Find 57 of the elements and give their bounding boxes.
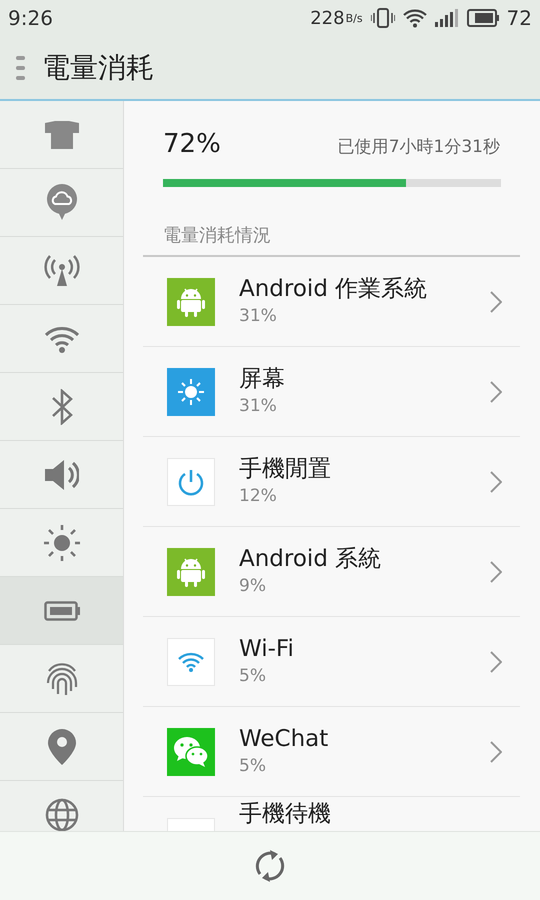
battery-icon bbox=[44, 600, 80, 620]
chevron-right-icon bbox=[490, 470, 502, 492]
chevron-right-icon bbox=[490, 290, 502, 312]
app-row[interactable]: Android 系統 9% bbox=[143, 527, 520, 617]
app-name: Android 系統 bbox=[239, 547, 382, 572]
shirt-icon bbox=[44, 120, 78, 148]
app-percent: 31% bbox=[239, 306, 278, 326]
app-name: 手機待機 bbox=[239, 802, 332, 827]
app-percent: 5% bbox=[239, 756, 267, 776]
android-icon bbox=[167, 278, 215, 326]
app-percent: 31% bbox=[239, 396, 278, 416]
app-row[interactable]: 手機閒置 12% bbox=[143, 437, 520, 527]
location-pin-icon bbox=[46, 728, 76, 764]
battery-level: 72 bbox=[506, 6, 532, 30]
antenna-icon bbox=[42, 254, 82, 286]
vibrate-icon bbox=[370, 7, 395, 29]
battery-icon bbox=[466, 9, 499, 27]
app-row[interactable]: 屏幕 31% bbox=[143, 347, 520, 437]
usage-time: 已使用7小時1分31秒 bbox=[338, 136, 500, 158]
signal-icon bbox=[434, 9, 459, 27]
bluetooth-icon bbox=[50, 388, 72, 424]
battery-percent: 72% bbox=[163, 129, 221, 159]
brightness-icon bbox=[44, 524, 80, 560]
sun-icon bbox=[167, 368, 215, 416]
sidebar-item[interactable] bbox=[0, 577, 123, 645]
app-row[interactable]: Android 作業系統 31% bbox=[143, 257, 520, 347]
menu-icon[interactable] bbox=[16, 54, 26, 80]
app-name: 屏幕 bbox=[239, 367, 286, 392]
app-name: 手機閒置 bbox=[239, 457, 332, 482]
wifi-icon bbox=[167, 638, 215, 686]
wifi-icon bbox=[402, 8, 427, 28]
network-speed: 228 bbox=[310, 8, 345, 28]
cloud-pin-icon bbox=[46, 184, 78, 222]
speaker-icon bbox=[44, 458, 78, 490]
speed-unit: B/s bbox=[346, 12, 363, 24]
page-title: 電量消耗 bbox=[42, 50, 154, 86]
app-row[interactable]: Wi-Fi 5% bbox=[143, 617, 520, 707]
chat-bubbles-icon bbox=[167, 728, 215, 776]
app-percent: 12% bbox=[239, 486, 278, 506]
chevron-right-icon bbox=[490, 650, 502, 672]
chevron-right-icon bbox=[490, 380, 502, 402]
wifi-icon bbox=[44, 324, 80, 352]
chevron-right-icon bbox=[490, 560, 502, 582]
refresh-icon[interactable] bbox=[253, 849, 287, 883]
fingerprint-icon bbox=[44, 660, 78, 696]
globe-icon bbox=[44, 798, 78, 831]
app-name: Wi-Fi bbox=[239, 637, 295, 662]
section-title: 電量消耗情況 bbox=[143, 187, 520, 257]
chevron-right-icon bbox=[490, 740, 502, 762]
app-percent: 5% bbox=[239, 666, 267, 686]
app-name: WeChat bbox=[239, 727, 330, 752]
status-time: 9:26 bbox=[8, 6, 53, 30]
power-icon bbox=[167, 458, 215, 506]
android-icon bbox=[167, 548, 215, 596]
app-row[interactable]: WeChat 5% bbox=[143, 707, 520, 797]
app-percent: 9% bbox=[239, 576, 267, 596]
app-name: Android 作業系統 bbox=[239, 277, 428, 302]
